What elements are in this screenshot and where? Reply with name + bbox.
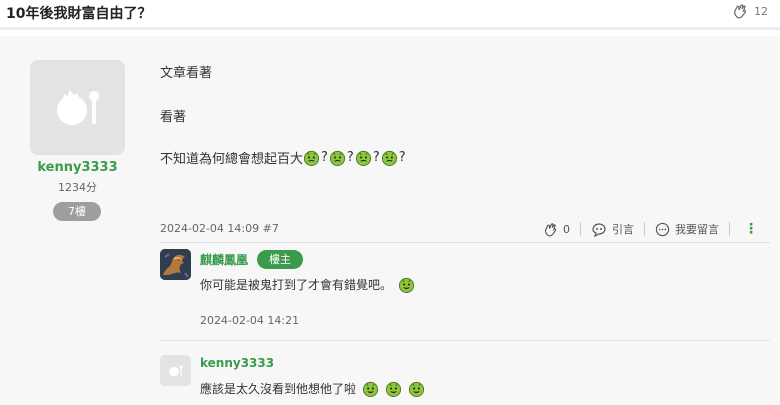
topic-title: 10年後我財富自由了？ [6, 6, 152, 22]
question-mark: ? [372, 150, 380, 165]
emoji-green-face-icon [408, 381, 425, 397]
comment-body: 你可能是被鬼打到了才會有錯覺吧。 [200, 276, 415, 293]
like-button[interactable]: 0 [533, 222, 580, 237]
comment-button[interactable]: 我要留言 [645, 221, 729, 237]
comment-divider [160, 340, 770, 341]
comment-icon [655, 222, 670, 236]
question-mark: ? [346, 150, 354, 165]
emoji-green-face-icon [329, 150, 345, 166]
topic-header: 10年後我財富自由了？ 12 [0, 0, 780, 30]
comment-avatar[interactable] [160, 355, 191, 386]
comment-body: 應該是太久沒看到他想他了啦 [200, 380, 425, 397]
comment-author-name[interactable]: 麒麟鳳凰 [200, 251, 248, 268]
emoji-green-face-icon [398, 277, 415, 293]
post-area: kenny3333 1234分 7樓 文章看著 看著 不知道為何總會想起百大 ?… [0, 36, 780, 405]
comments-divider [160, 242, 770, 243]
author-name[interactable]: kenny3333 [0, 160, 155, 175]
quote-label: 引言 [612, 223, 634, 236]
emoji-green-face-icon [385, 381, 402, 397]
emoji-green-face-icon [362, 381, 379, 397]
more-vertical-icon[interactable]: ⋮ [730, 222, 762, 236]
post-actions: 0 引言 我要留言 ⋮ [533, 221, 762, 237]
post-line-3: 不知道為何總會想起百大 ? ? ? ? [160, 148, 407, 167]
comment-text: 你可能是被鬼打到了才會有錯覺吧。 [200, 278, 393, 292]
emoji-green-face-icon [355, 150, 371, 166]
emoji-green-face-icon [381, 150, 397, 166]
post-meta-row: 2024-02-04 14:09 #7 0 引言 我要留言 ⋮ [160, 221, 770, 237]
floor-badge: 7樓 [53, 202, 101, 221]
avatar-placeholder-icon [168, 365, 183, 376]
question-mark: ? [398, 150, 406, 165]
post-date: 2024-02-04 14:09 #7 [160, 222, 279, 235]
clap-icon [734, 4, 746, 19]
comment-text: 應該是太久沒看到他想他了啦 [200, 382, 357, 396]
topic-like-count: 12 [754, 4, 768, 18]
author-points: 1234分 [58, 181, 97, 194]
like-count: 0 [563, 222, 570, 236]
question-mark: ? [321, 150, 328, 165]
post-line-2: 看著 [160, 110, 187, 125]
comment-author-name[interactable]: kenny3333 [200, 356, 274, 370]
topic-like-button[interactable]: 12 [732, 3, 768, 19]
avatar-placeholder-icon [56, 89, 99, 125]
emoji-green-face-icon [303, 150, 320, 166]
post-line-3-text: 不知道為何總會想起百大 [160, 152, 304, 167]
quote-icon [592, 222, 606, 237]
author-avatar[interactable] [30, 60, 125, 155]
dragon-avatar-icon [160, 249, 191, 280]
comment-label: 我要留言 [675, 223, 719, 236]
op-badge: 樓主 [257, 250, 303, 269]
comment-avatar[interactable] [160, 249, 191, 280]
post-line-1: 文章看著 [160, 66, 213, 81]
quote-button[interactable]: 引言 [581, 221, 644, 237]
comment-time: 2024-02-04 14:21 [200, 314, 300, 327]
clap-icon [544, 222, 557, 236]
